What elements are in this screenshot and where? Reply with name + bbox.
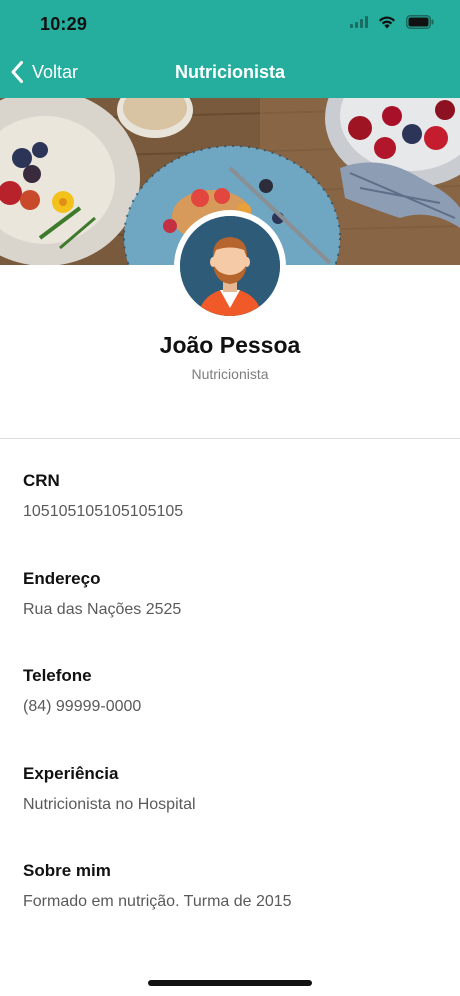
detail-value: Rua das Nações 2525 (23, 600, 182, 618)
wifi-icon (379, 16, 395, 29)
profile-details: CRN 105105105105105105 Endereço Rua das … (23, 470, 437, 958)
detail-label: Experiência (23, 763, 119, 783)
profile-role: Nutricionista (191, 366, 269, 382)
avatar (174, 210, 286, 322)
status-bar: 10:29 (0, 0, 460, 48)
detail-value: Formado em nutrição. Turma de 2015 (23, 893, 292, 910)
navigation-bar: Voltar Nutricionista (0, 48, 460, 98)
detail-label: Endereço (23, 568, 101, 588)
status-time: 10:29 (40, 14, 88, 34)
cellular-signal-icon (350, 16, 368, 28)
detail-address: Endereço Rua das Nações 2525 (23, 568, 437, 666)
detail-label: CRN (23, 471, 60, 490)
home-indicator[interactable] (148, 980, 312, 986)
detail-experience: Experiência Nutricionista no Hospital (23, 763, 437, 861)
detail-value: (84) 99999-0000 (23, 698, 142, 715)
page-title: Nutricionista (174, 62, 285, 82)
detail-phone: Telefone (84) 99999-0000 (23, 665, 437, 763)
detail-label: Telefone (23, 666, 92, 685)
status-icons (350, 15, 434, 29)
detail-about: Sobre mim Formado em nutrição. Turma de … (23, 860, 437, 958)
detail-crn: CRN 105105105105105105 (23, 470, 437, 568)
detail-label: Sobre mim (23, 861, 111, 880)
battery-icon (406, 15, 434, 29)
profile-name: João Pessoa (159, 332, 301, 358)
detail-value: Nutricionista no Hospital (23, 795, 196, 813)
person-avatar-icon (180, 216, 280, 316)
detail-value: 105105105105105105 (23, 503, 184, 520)
section-divider (0, 438, 460, 439)
